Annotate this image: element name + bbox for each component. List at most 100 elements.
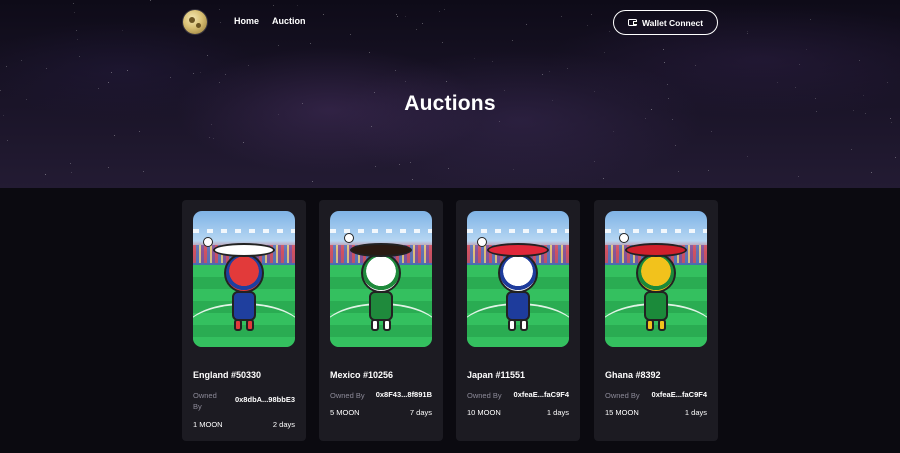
character-leg: [658, 319, 666, 331]
nft-name: England #50330: [193, 370, 262, 380]
nft-image: [193, 211, 295, 347]
owner-address[interactable]: 0x8F43...8f891B: [376, 390, 432, 399]
star-decoration: [567, 68, 568, 69]
character-hat: [213, 243, 275, 257]
star-decoration: [127, 70, 128, 71]
star-decoration: [613, 131, 614, 132]
top-navbar: Home Auction Wallet Connect: [0, 0, 900, 44]
star-decoration: [806, 49, 807, 50]
character-leg: [383, 319, 391, 331]
stadium-lights: [605, 229, 707, 233]
star-decoration: [139, 131, 140, 132]
star-decoration: [711, 131, 712, 132]
nft-image: [330, 211, 432, 347]
nav-link-auction[interactable]: Auction: [272, 16, 306, 26]
star-decoration: [448, 168, 449, 169]
star-decoration: [513, 169, 514, 170]
star-decoration: [645, 118, 646, 119]
soccer-ball-icon: [619, 233, 629, 243]
star-decoration: [70, 163, 71, 164]
star-decoration: [108, 82, 109, 83]
character-hat: [625, 243, 687, 257]
character-figure: [487, 243, 549, 333]
wallet-connect-label: Wallet Connect: [641, 17, 704, 28]
character-figure: [625, 243, 687, 333]
star-decoration: [747, 156, 748, 157]
auction-card[interactable]: Mexico #10256 Owned By 0x8F43...8f891B 5…: [319, 200, 443, 441]
auction-card[interactable]: Japan #11551 Owned By 0xfeaE...faC9F4 10…: [456, 200, 580, 441]
owner-address[interactable]: 0xfeaE...faC9F4: [652, 390, 707, 399]
soccer-ball-icon: [477, 237, 487, 247]
star-decoration: [603, 178, 604, 179]
star-decoration: [248, 65, 249, 66]
star-decoration: [887, 82, 888, 83]
stadium-lights: [193, 229, 295, 233]
price: 5 MOON: [330, 408, 360, 417]
star-decoration: [664, 62, 665, 63]
character-head: [361, 253, 401, 293]
star-decoration: [604, 52, 605, 53]
star-decoration: [492, 61, 493, 62]
character-body: [232, 291, 256, 321]
owned-by-label: Owned By: [193, 391, 217, 411]
time-left: 2 days: [272, 420, 295, 429]
star-decoration: [708, 170, 709, 171]
star-decoration: [777, 82, 778, 83]
nft-image: [467, 211, 569, 347]
character-leg: [646, 319, 654, 331]
auction-card[interactable]: Ghana #8392 Owned By 0xfeaE...faC9F4 15 …: [594, 200, 718, 441]
star-decoration: [170, 77, 171, 78]
auction-card[interactable]: England #50330 Owned By 0x8dbA...98bbE3 …: [182, 200, 306, 441]
character-leg: [246, 319, 254, 331]
time-left: 7 days: [409, 408, 432, 417]
star-decoration: [405, 81, 406, 82]
character-hat: [487, 243, 549, 257]
star-decoration: [399, 164, 400, 165]
star-decoration: [7, 140, 8, 141]
star-decoration: [675, 145, 676, 146]
nft-name: Mexico #10256: [330, 370, 394, 380]
price: 10 MOON: [467, 408, 501, 417]
nft-image: [605, 211, 707, 347]
price: 1 MOON: [193, 420, 223, 429]
time-left: 1 days: [684, 408, 707, 417]
star-decoration: [695, 65, 696, 66]
stadium-lights: [330, 229, 432, 233]
star-decoration: [108, 167, 109, 168]
star-decoration: [412, 179, 413, 180]
star-decoration: [6, 66, 7, 67]
star-decoration: [200, 72, 201, 73]
star-decoration: [98, 88, 99, 89]
character-head: [498, 253, 538, 293]
star-decoration: [143, 171, 144, 172]
star-decoration: [219, 82, 220, 83]
star-decoration: [79, 56, 80, 57]
character-body: [506, 291, 530, 321]
wallet-icon: [627, 19, 637, 26]
soccer-ball-icon: [344, 233, 354, 243]
star-decoration: [410, 162, 411, 163]
character-leg: [508, 319, 516, 331]
owner-address[interactable]: 0x8dbA...98bbE3: [235, 395, 295, 404]
nav-link-home[interactable]: Home: [234, 16, 259, 26]
wallet-connect-button[interactable]: Wallet Connect: [613, 10, 718, 35]
star-decoration: [667, 84, 668, 85]
star-decoration: [891, 122, 892, 123]
star-decoration: [499, 121, 500, 122]
character-body: [644, 291, 668, 321]
star-decoration: [871, 172, 872, 173]
star-decoration: [672, 119, 673, 120]
star-decoration: [111, 72, 112, 73]
character-leg: [371, 319, 379, 331]
star-decoration: [225, 74, 226, 75]
owner-address[interactable]: 0xfeaE...faC9F4: [514, 390, 569, 399]
character-leg: [520, 319, 528, 331]
character-leg: [234, 319, 242, 331]
star-decoration: [859, 60, 860, 61]
star-decoration: [371, 126, 372, 127]
owned-by-label: Owned By: [330, 391, 365, 400]
time-left: 1 days: [546, 408, 569, 417]
character-head: [224, 253, 264, 293]
star-decoration: [71, 172, 72, 173]
moon-logo-icon[interactable]: [183, 10, 207, 34]
